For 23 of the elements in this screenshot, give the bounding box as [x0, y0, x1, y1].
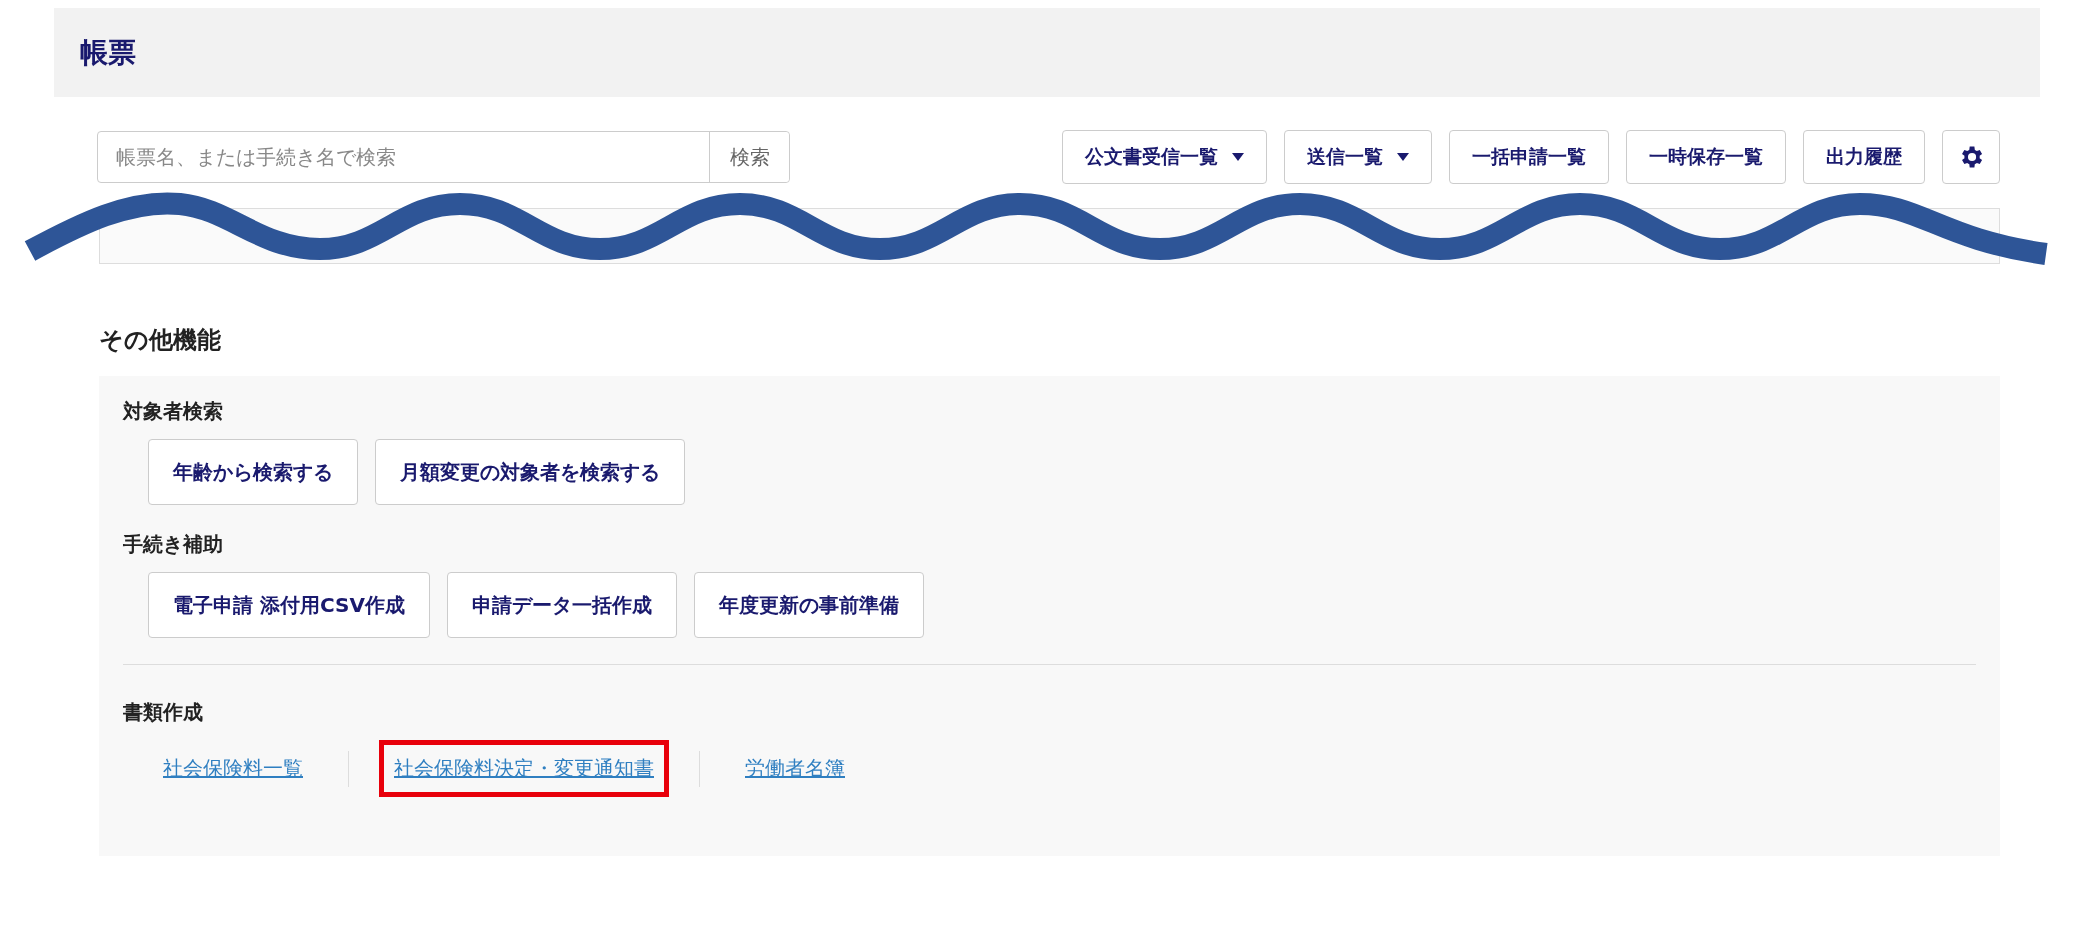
document-link[interactable]: 社会保険料決定・変更通知書	[394, 756, 654, 780]
page-title: 帳票	[80, 34, 136, 71]
search-field[interactable]: 帳票名、または手続き名で検索 検索	[97, 131, 790, 183]
group-title: 手続き補助	[123, 531, 224, 558]
settings-button[interactable]	[1942, 130, 2000, 184]
toolbar-button[interactable]: 一括申請一覧	[1449, 130, 1609, 184]
toolbar-button[interactable]: 出力履歴	[1803, 130, 1925, 184]
function-button[interactable]: 電子申請 添付用CSV作成	[148, 572, 430, 638]
function-button[interactable]: 申請データ一括作成	[446, 572, 677, 638]
document-link[interactable]: 社会保険料一覧	[163, 756, 303, 780]
caret-icon	[1232, 153, 1244, 161]
toolbar-button[interactable]: 一時保存一覧	[1626, 130, 1786, 184]
section-title: その他機能	[99, 325, 222, 356]
search-button[interactable]: 検索	[709, 132, 789, 182]
group-title: 書類作成	[123, 699, 204, 726]
function-button[interactable]: 年度更新の事前準備	[693, 572, 924, 638]
group-title: 対象者検索	[123, 398, 224, 425]
function-button[interactable]: 月額変更の対象者を検索する	[375, 439, 685, 505]
caret-icon	[1397, 153, 1409, 161]
document-link[interactable]: 労働者名簿	[745, 756, 845, 780]
dropdown-button[interactable]: 送信一覧	[1284, 130, 1432, 184]
dropdown-button[interactable]: 公文書受信一覧	[1062, 130, 1267, 184]
function-button[interactable]: 年齢から検索する	[148, 439, 358, 505]
